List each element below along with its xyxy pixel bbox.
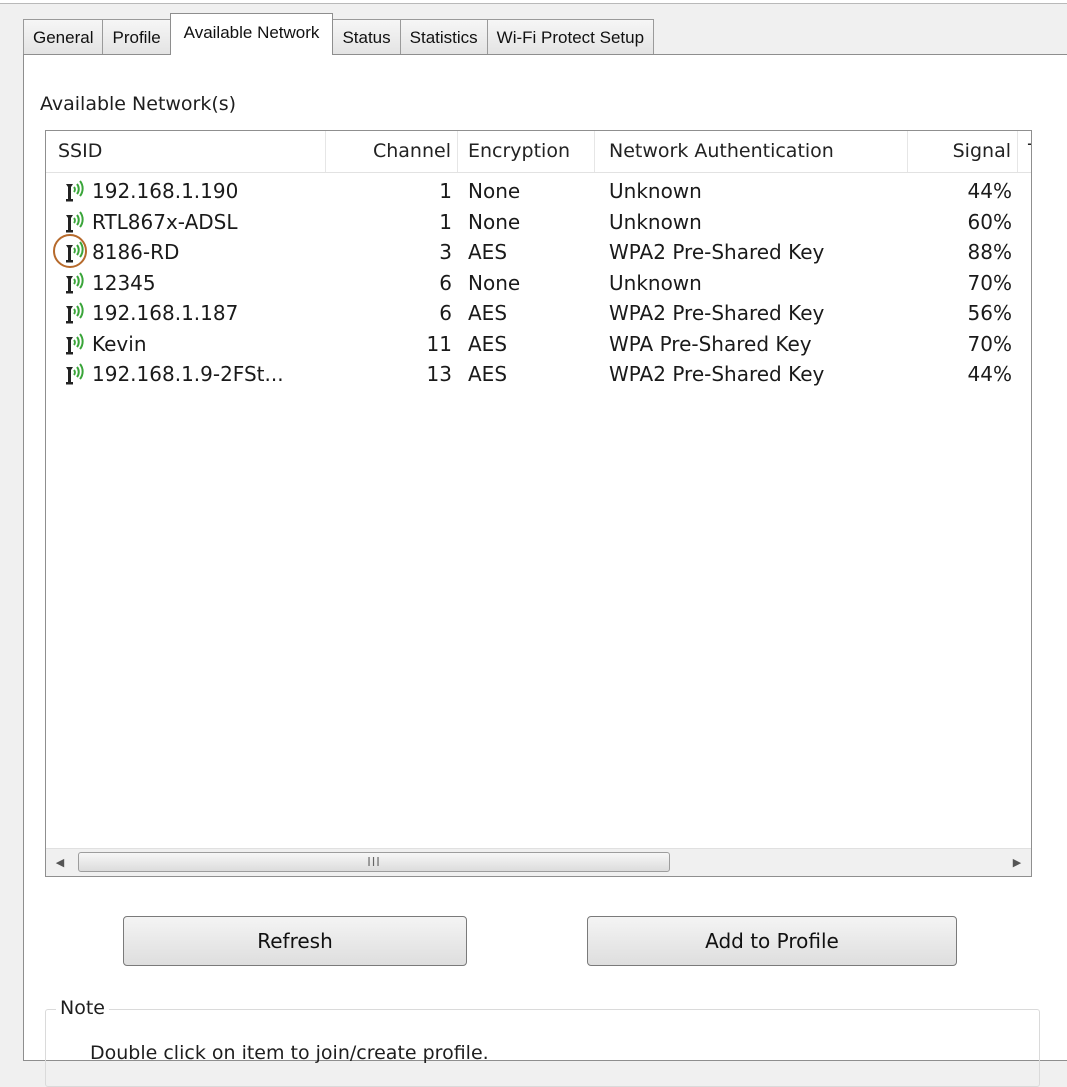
- list-item[interactable]: 8186-RD 3 AES WPA2 Pre-Shared Key 88% I: [46, 234, 1031, 268]
- cell-type: I: [1030, 207, 1031, 237]
- cell-channel: 6: [439, 301, 452, 325]
- cell-encryption: None: [468, 270, 521, 295]
- cell-network-authentication: WPA2 Pre-Shared Key: [609, 362, 825, 386]
- cell-signal: 44%: [967, 362, 1012, 386]
- cell-type: I: [1030, 329, 1031, 359]
- cell-channel: 13: [426, 362, 452, 386]
- cell-ssid: Kevin: [92, 331, 147, 356]
- cell-encryption: AES: [468, 331, 508, 356]
- cell-ssid: 192.168.1.190: [92, 179, 239, 203]
- arrow-right-icon[interactable]: ▶: [1003, 849, 1031, 876]
- list-item[interactable]: 192.168.1.190 1 None Unknown 44% I: [46, 176, 1031, 206]
- list-item[interactable]: 12345 6 None Unknown 70% I: [46, 268, 1031, 298]
- column-header-signal[interactable]: Signal: [908, 131, 1018, 172]
- cell-ssid: 12345: [92, 270, 156, 295]
- note-label: Note: [56, 997, 109, 1019]
- cell-channel: 11: [426, 331, 452, 356]
- cell-channel: 3: [439, 240, 452, 264]
- panel-title: Available Network(s): [40, 93, 237, 115]
- refresh-button[interactable]: Refresh: [123, 916, 467, 966]
- tab-status[interactable]: Status: [332, 19, 401, 55]
- cell-signal: 44%: [967, 179, 1012, 203]
- cell-signal: 70%: [967, 331, 1012, 356]
- cell-ssid: 192.168.1.187: [92, 301, 239, 325]
- list-item[interactable]: RTL867x-ADSL 1 None Unknown 60% I: [46, 207, 1031, 237]
- cell-channel: 1: [439, 209, 452, 234]
- cell-encryption: AES: [468, 362, 508, 386]
- cell-encryption: None: [468, 209, 521, 234]
- wifi-signal-icon: [66, 363, 84, 385]
- wifi-signal-icon: [66, 180, 84, 202]
- tab-profile[interactable]: Profile: [102, 19, 171, 55]
- cell-type: I: [1030, 298, 1031, 328]
- cell-ssid: 8186-RD: [92, 240, 180, 264]
- available-network-panel: Available Network(s) SSID Channel Encryp…: [23, 54, 1067, 1087]
- tab-available-network[interactable]: Available Network: [169, 13, 334, 55]
- tab-wifi-protect-setup[interactable]: Wi-Fi Protect Setup: [486, 19, 655, 55]
- cell-encryption: None: [468, 179, 521, 203]
- cell-signal: 88%: [967, 240, 1012, 264]
- column-header-channel[interactable]: Channel: [326, 131, 458, 172]
- cell-encryption: AES: [468, 301, 508, 325]
- cell-type: I: [1030, 268, 1031, 298]
- cell-type: I: [1030, 359, 1031, 389]
- cell-network-authentication: Unknown: [609, 270, 702, 295]
- cell-channel: 6: [439, 270, 452, 295]
- window-top-edge: [0, 0, 1067, 4]
- cell-type: I: [1030, 237, 1031, 267]
- cell-ssid: RTL867x-ADSL: [92, 209, 238, 234]
- tab-bar: General Profile Available Network Status…: [23, 13, 655, 55]
- cell-network-authentication: Unknown: [609, 209, 702, 234]
- list-item[interactable]: Kevin 11 AES WPA Pre-Shared Key 70% I: [46, 329, 1031, 359]
- scrollbar-thumb[interactable]: III: [78, 852, 670, 872]
- network-list[interactable]: SSID Channel Encryption Network Authenti…: [45, 130, 1032, 877]
- cell-signal: 56%: [967, 301, 1012, 325]
- list-header: SSID Channel Encryption Network Authenti…: [46, 131, 1031, 173]
- wifi-signal-icon: [66, 210, 84, 232]
- wifi-signal-icon: [66, 271, 84, 293]
- column-header-ssid[interactable]: SSID: [46, 131, 326, 172]
- arrow-left-icon[interactable]: ◀: [46, 849, 74, 876]
- cell-type: I: [1030, 176, 1031, 206]
- tab-general[interactable]: General: [23, 19, 104, 55]
- cell-network-authentication: WPA2 Pre-Shared Key: [609, 301, 825, 325]
- cell-network-authentication: WPA2 Pre-Shared Key: [609, 240, 825, 264]
- wifi-signal-icon: [66, 241, 84, 263]
- cell-signal: 70%: [967, 270, 1012, 295]
- tab-statistics[interactable]: Statistics: [399, 19, 488, 55]
- wifi-signal-icon: [66, 302, 84, 324]
- column-header-type[interactable]: T: [1018, 131, 1031, 172]
- cell-signal: 60%: [967, 209, 1012, 234]
- add-to-profile-button[interactable]: Add to Profile: [587, 916, 957, 966]
- list-item[interactable]: 192.168.1.9-2FSt... 13 AES WPA2 Pre-Shared …: [46, 359, 1031, 389]
- cell-ssid: 192.168.1.9-2FSt...: [92, 362, 284, 386]
- cell-encryption: AES: [468, 240, 508, 264]
- column-header-encryption[interactable]: Encryption: [458, 131, 595, 172]
- cell-channel: 1: [439, 179, 452, 203]
- horizontal-scrollbar[interactable]: ◀ III ▶: [46, 848, 1031, 876]
- wifi-signal-icon: [66, 332, 84, 354]
- cell-network-authentication: WPA Pre-Shared Key: [609, 331, 812, 356]
- list-item[interactable]: 192.168.1.187 6 AES WPA2 Pre-Shared Key 56% I: [46, 298, 1031, 328]
- column-header-network-authentication[interactable]: Network Authentication: [595, 131, 908, 172]
- cell-network-authentication: Unknown: [609, 179, 702, 203]
